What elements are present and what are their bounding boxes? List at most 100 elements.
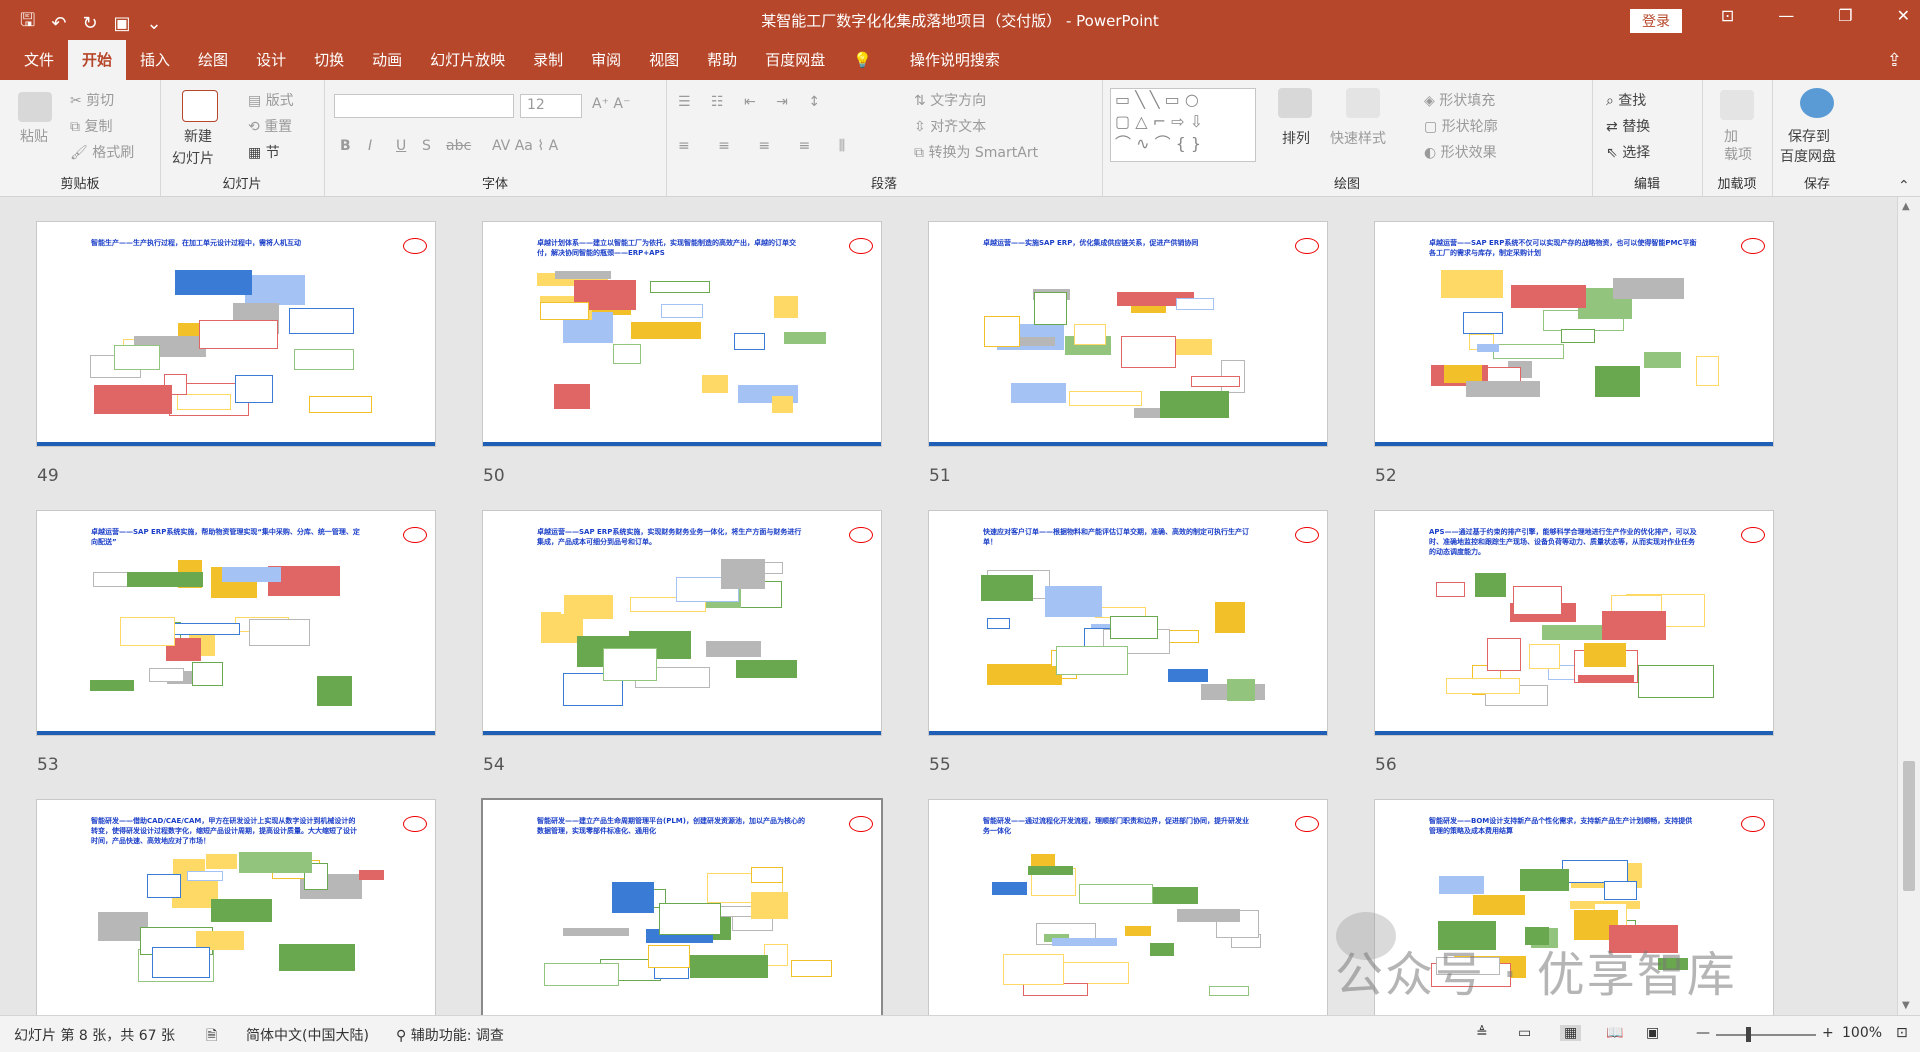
layout-button[interactable]: 版式 bbox=[266, 93, 294, 109]
quick-styles-icon[interactable] bbox=[1346, 88, 1380, 118]
zoom-out-icon[interactable]: — bbox=[1696, 1025, 1710, 1041]
tab-5[interactable]: 切换 bbox=[300, 40, 358, 80]
shadow-button[interactable]: S bbox=[422, 138, 431, 154]
fit-slide-icon[interactable]: ⊡ bbox=[1896, 1025, 1908, 1041]
arrange-icon[interactable] bbox=[1278, 88, 1312, 118]
replace-button[interactable]: 替换 bbox=[1622, 119, 1650, 135]
slide-thumbnail[interactable]: 智能研发——借助CAD/CAE/CAM，甲方在研发设计上实现从数字设计到机械设计… bbox=[37, 800, 435, 1015]
italic-button[interactable]: I bbox=[368, 138, 372, 154]
slide-thumbnail[interactable]: 智能研发——通过流程化开发流程，理顺部门职责和边界，促进部门协同，提升研发业务一… bbox=[929, 800, 1327, 1015]
diagram-shape bbox=[981, 575, 1033, 601]
find-button[interactable]: 查找 bbox=[1618, 93, 1646, 109]
select-button[interactable]: 选择 bbox=[1622, 145, 1650, 161]
minimize-icon[interactable]: — bbox=[1778, 6, 1794, 25]
slide-thumbnail[interactable]: 卓越计划体系——建立以智能工厂为依托，实现智能制造的高效产出，卓越的订单交付，解… bbox=[483, 222, 881, 446]
char-spacing-icon[interactable]: AV Aa ⌇ A bbox=[492, 138, 558, 154]
slide-thumbnail[interactable]: APS——通过基于约束的排产引擎，能够科学合理地进行生产作业的优化排产，可以及时… bbox=[1375, 511, 1773, 735]
slide-number: 49 bbox=[37, 466, 59, 486]
notes-icon[interactable]: 🗎 bbox=[206, 1025, 217, 1049]
scroll-thumb[interactable] bbox=[1903, 761, 1915, 891]
zoom-in-icon[interactable]: + bbox=[1822, 1025, 1834, 1041]
save-to-cloud-label: 百度网盘 bbox=[1780, 149, 1836, 165]
close-icon[interactable]: ✕ bbox=[1897, 6, 1910, 25]
tab-6[interactable]: 动画 bbox=[358, 40, 416, 80]
smartart-button[interactable]: 转换为 SmartArt bbox=[928, 145, 1038, 161]
tab-2[interactable]: 插入 bbox=[126, 40, 184, 80]
collapse-ribbon-icon[interactable]: ⌃ bbox=[1898, 178, 1910, 194]
normal-view-icon[interactable]: ▭ bbox=[1518, 1025, 1531, 1041]
tab-1[interactable]: 开始 bbox=[68, 40, 127, 80]
slide-thumbnail[interactable]: 快速应对客户订单——根据物料和产能评估订单交期，准确、高效的制定可执行生产订单！ bbox=[929, 511, 1327, 735]
slide-thumbnail[interactable]: 卓越运营——SAP ERP系统实施，实现财务财务业务一体化，将生产方面与财务进行… bbox=[483, 511, 881, 735]
slide-thumbnail[interactable]: 智能研发——建立产品生命周期管理平台(PLM)，创建研发资源池，加以产品为核心的… bbox=[483, 800, 881, 1015]
shape-effects-button[interactable]: 形状效果 bbox=[1441, 145, 1497, 161]
diagram-shape bbox=[603, 648, 657, 681]
diagram-shape bbox=[772, 396, 793, 413]
zoom-slider[interactable] bbox=[1716, 1034, 1816, 1036]
slide-thumbnail[interactable]: 卓越运营——SAP ERP系统实施，帮助物资管理实现“集中采购、分库、统一管理、… bbox=[37, 511, 435, 735]
underline-button[interactable]: U bbox=[396, 138, 406, 154]
align-icons[interactable]: ≡ ≡ ≡ ≡ ⫼ bbox=[678, 138, 857, 154]
shapes-gallery[interactable]: ▭ ╲ ╲ ▭ ○ ▢ △ ⌐ ⇨ ⇩ ⌒ ∿ ⌒ { } bbox=[1110, 88, 1256, 162]
scroll-down-icon[interactable]: ▼ bbox=[1902, 1000, 1910, 1011]
notes-view-icon[interactable]: ≜ bbox=[1476, 1025, 1488, 1041]
tab-3[interactable]: 绘图 bbox=[184, 40, 242, 80]
tab-12[interactable]: 百度网盘 bbox=[751, 40, 839, 80]
addins-button[interactable]: 加 载项 bbox=[1724, 128, 1752, 164]
section-button[interactable]: 节 bbox=[266, 145, 280, 161]
tab-7[interactable]: 幻灯片放映 bbox=[416, 40, 519, 80]
diagram-shape bbox=[1511, 285, 1586, 308]
diagram-shape bbox=[120, 617, 175, 646]
accessibility-status[interactable]: 辅助功能: 调查 bbox=[411, 1028, 504, 1044]
grow-font-icon[interactable]: A⁺ A⁻ bbox=[592, 96, 630, 112]
save-to-cloud-button[interactable]: 保存到 bbox=[1788, 126, 1830, 146]
diagram-shape bbox=[172, 623, 240, 635]
slide-thumbnail[interactable]: 卓越运营——SAP ERP系统不仅可以实现产存的战略物资，也可以使得智能PMC平… bbox=[1375, 222, 1773, 446]
vertical-scrollbar[interactable]: ▲ ▼ bbox=[1897, 197, 1920, 1015]
arrange-button[interactable]: 排列 bbox=[1282, 128, 1310, 148]
reset-button[interactable]: 重置 bbox=[264, 119, 292, 135]
restore-icon[interactable]: ❐ bbox=[1838, 6, 1852, 25]
strikethrough-button[interactable]: abc bbox=[446, 138, 471, 154]
tab-11[interactable]: 帮助 bbox=[693, 40, 751, 80]
diagram-shape bbox=[612, 882, 654, 913]
zoom-knob[interactable] bbox=[1746, 1027, 1751, 1042]
new-slide-button[interactable]: 新建 bbox=[184, 126, 212, 146]
tell-me-search[interactable]: 操作说明搜索 bbox=[896, 40, 1014, 80]
login-button[interactable]: 登录 bbox=[1630, 9, 1682, 33]
shape-fill-button[interactable]: 形状填充 bbox=[1439, 93, 1495, 109]
text-direction-button[interactable]: 文字方向 bbox=[930, 93, 986, 109]
ribbon-display-icon[interactable]: ⊡ bbox=[1721, 6, 1734, 25]
tab-10[interactable]: 视图 bbox=[635, 40, 693, 80]
slide-thumbnail[interactable]: 卓越运营——实施SAP ERP，优化集成供应链关系，促进产供销协同 bbox=[929, 222, 1327, 446]
bold-button[interactable]: B bbox=[340, 138, 351, 154]
paste-icon[interactable] bbox=[18, 92, 52, 122]
format-painter-button[interactable]: 格式刷 bbox=[92, 145, 134, 161]
reading-view-icon[interactable]: 📖 bbox=[1606, 1025, 1623, 1041]
slideshow-view-icon[interactable]: ▣ bbox=[1646, 1025, 1659, 1041]
tab-9[interactable]: 审阅 bbox=[577, 40, 635, 80]
share-icon[interactable]: ⇪ bbox=[1887, 50, 1902, 71]
diagram-shape bbox=[206, 854, 237, 869]
paste-button[interactable]: 粘贴 bbox=[20, 126, 48, 146]
font-size-box[interactable]: 12 bbox=[527, 97, 545, 113]
addins-icon[interactable] bbox=[1720, 90, 1754, 120]
language-status[interactable]: 简体中文(中国大陆) bbox=[246, 1025, 369, 1045]
tab-8[interactable]: 录制 bbox=[519, 40, 577, 80]
new-slide-dropdown[interactable]: 幻灯片 bbox=[172, 148, 214, 168]
baidu-cloud-icon[interactable] bbox=[1800, 88, 1834, 118]
zoom-level[interactable]: 100% bbox=[1842, 1025, 1882, 1041]
list-icons[interactable]: ☰ ☷ ⇤ ⇥ ↕ bbox=[678, 94, 828, 110]
cut-button[interactable]: 剪切 bbox=[86, 93, 114, 109]
scroll-up-icon[interactable]: ▲ bbox=[1902, 201, 1910, 212]
align-text-button[interactable]: 对齐文本 bbox=[930, 119, 986, 135]
slide-thumbnail[interactable]: 智能生产——生产执行过程，在加工单元设计过程中，需将人机互动 bbox=[37, 222, 435, 446]
tab-0[interactable]: 文件 bbox=[10, 40, 68, 80]
copy-button[interactable]: 复制 bbox=[84, 119, 112, 135]
font-name-box[interactable] bbox=[334, 94, 514, 118]
tab-4[interactable]: 设计 bbox=[242, 40, 300, 80]
slide-sorter-view-icon[interactable]: ▦ bbox=[1560, 1025, 1582, 1041]
shape-outline-button[interactable]: 形状轮廓 bbox=[1442, 119, 1498, 135]
quick-styles-button[interactable]: 快速样式 bbox=[1330, 128, 1386, 148]
new-slide-icon[interactable] bbox=[182, 90, 218, 122]
